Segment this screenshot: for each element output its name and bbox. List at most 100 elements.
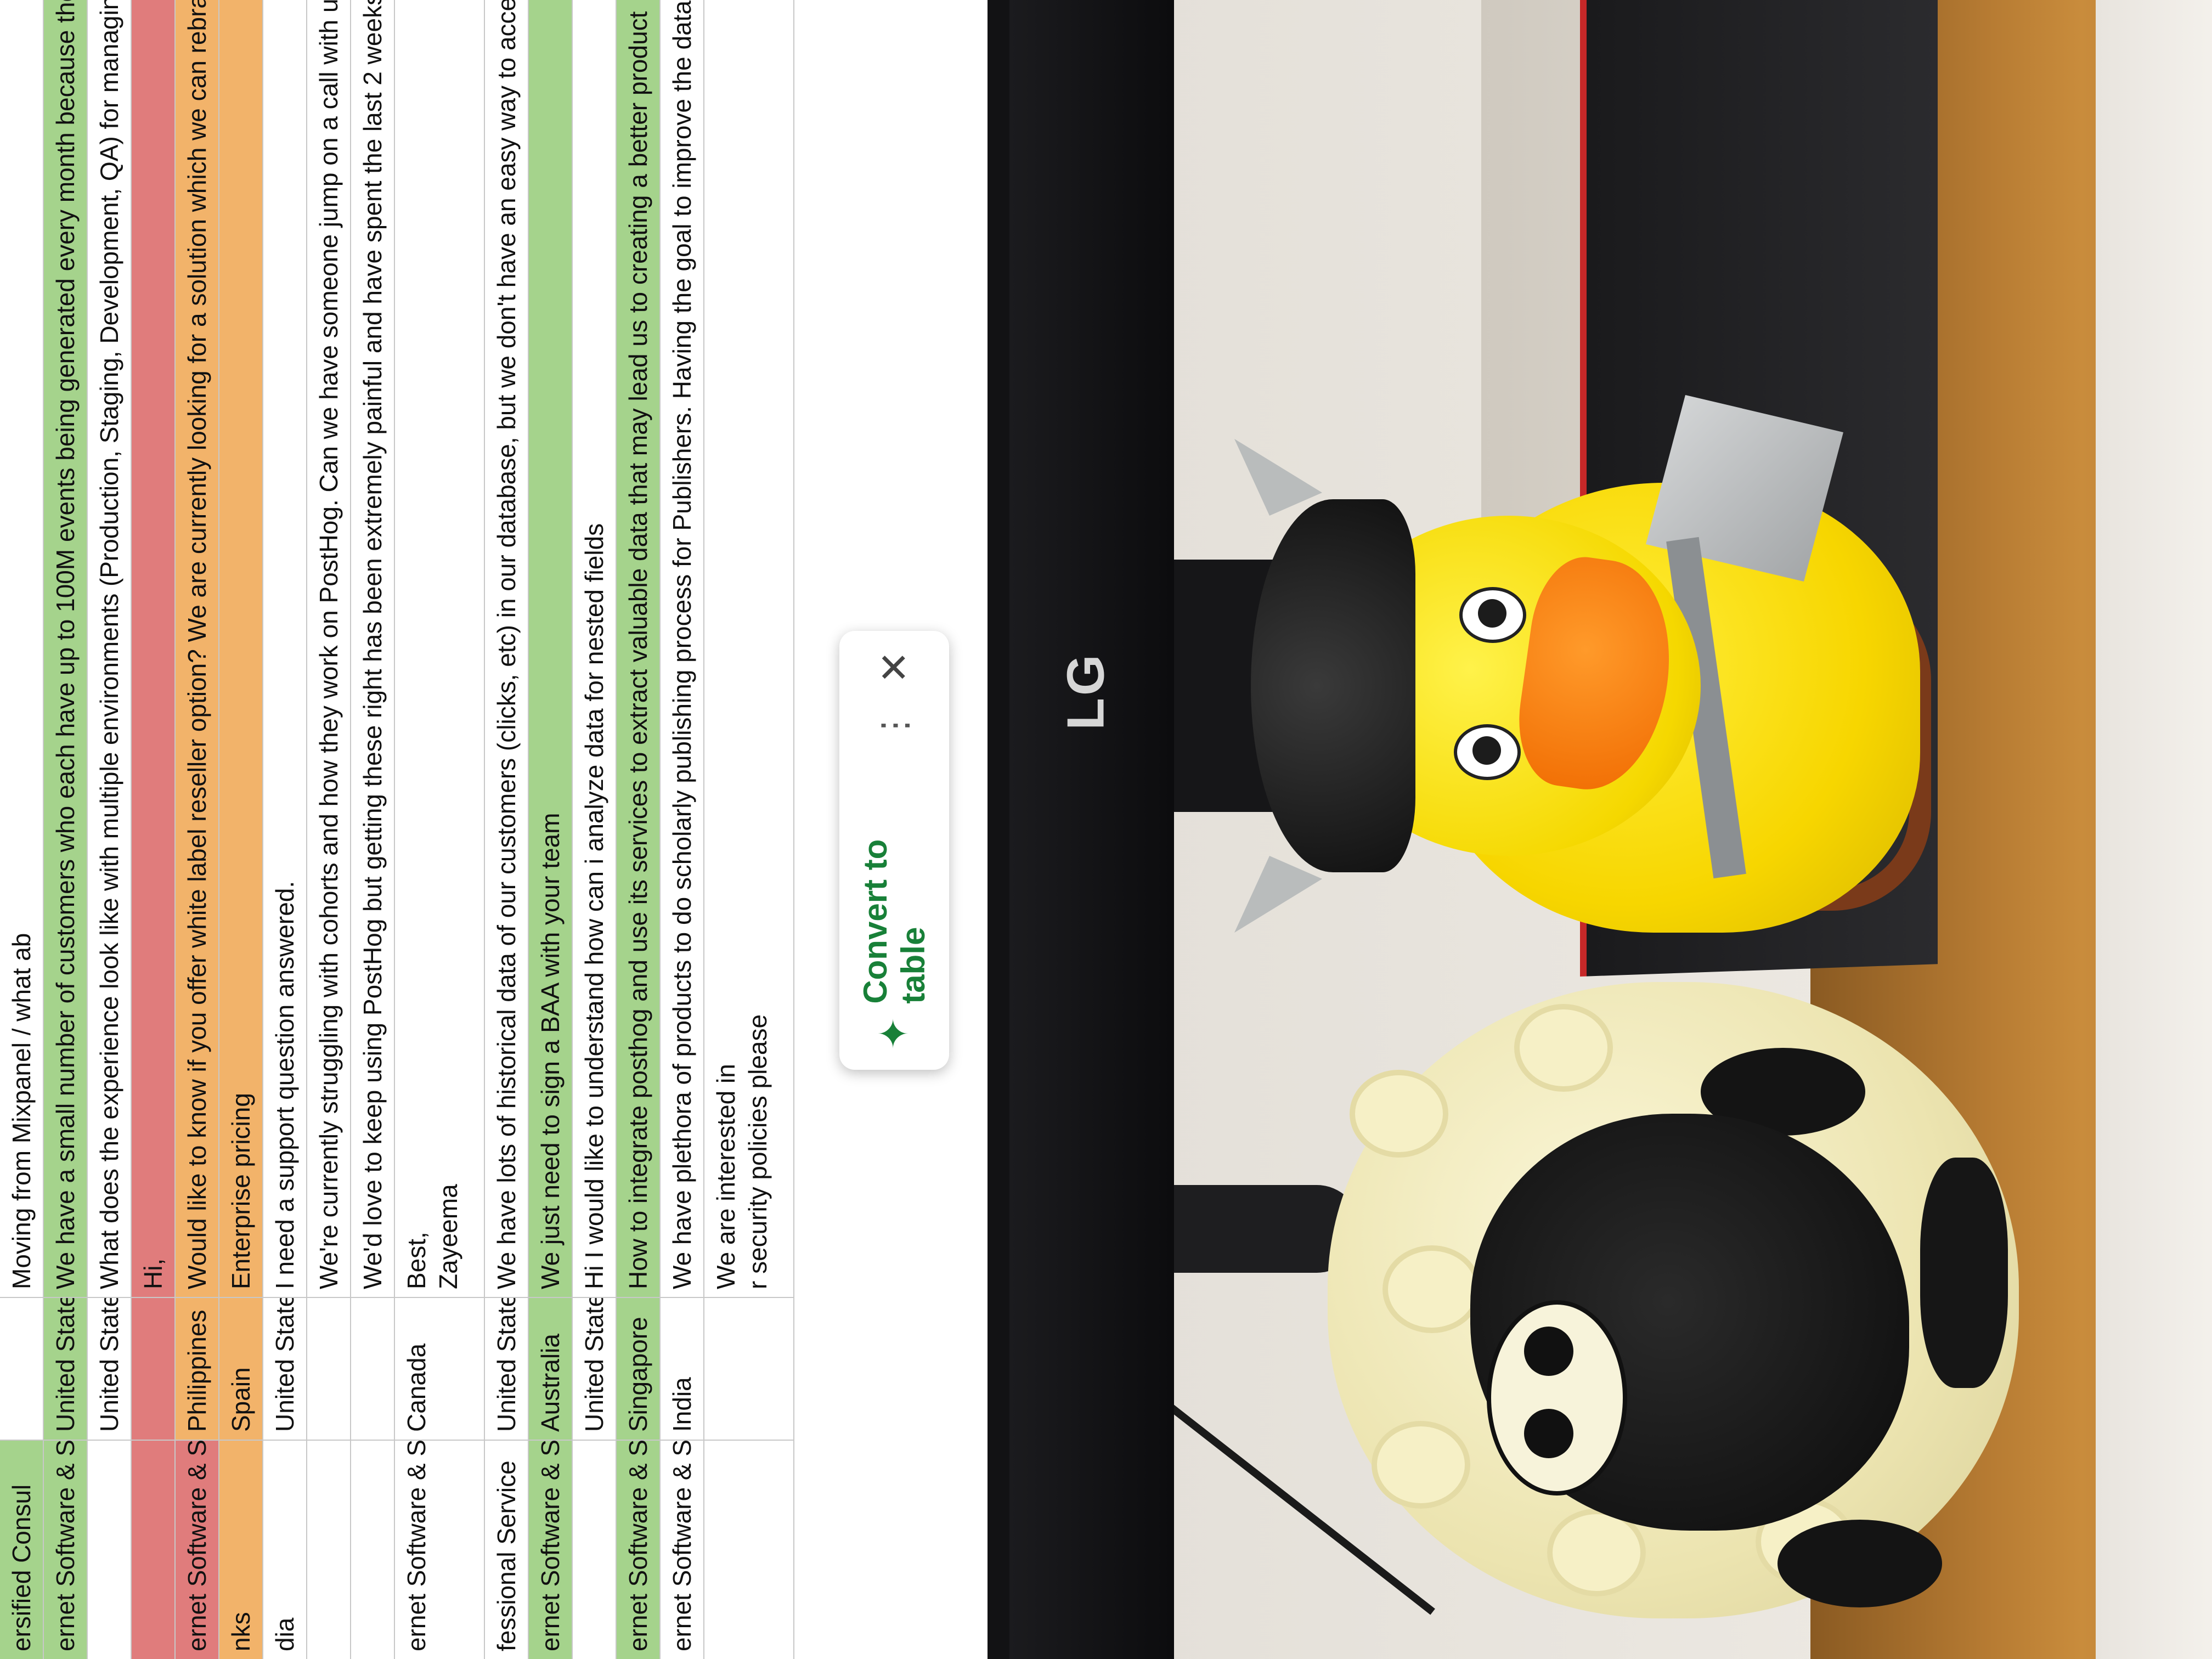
duck-eye (1459, 587, 1526, 643)
country-cell[interactable]: United States (88, 1297, 131, 1440)
message-cell[interactable]: Moving from Mixpanel / what ab (0, 0, 43, 1297)
country-cell[interactable]: Singapore (617, 1297, 659, 1440)
monitor-screen: ersified Consul Moving from Mixpanel / wh… (0, 0, 988, 1659)
message-line: Would like to know if you offer white la… (183, 0, 211, 1289)
message-cell[interactable]: Hi I would like to understand how can i … (573, 0, 616, 1297)
sheep-pupil (1524, 1409, 1573, 1458)
industry-cell[interactable] (132, 1440, 174, 1659)
industry-cell[interactable]: ernet Software & S (661, 1440, 703, 1659)
industry-cell[interactable] (307, 1440, 350, 1659)
monitor-bezel (1009, 0, 1174, 1659)
convert-to-table-label[interactable]: Convert to table (856, 756, 932, 1004)
duck-eye (1454, 724, 1521, 780)
table-row: ernet Software & S United States We have a… (44, 0, 88, 1659)
country-cell[interactable] (351, 1297, 394, 1440)
wool-curl (1350, 1070, 1448, 1158)
wool-curl (1372, 1421, 1470, 1509)
industry-cell[interactable] (351, 1440, 394, 1659)
table-row: ernet Software & S India We have plethora … (661, 0, 704, 1659)
spreadsheet-rows: ersified Consul Moving from Mixpanel / wh… (0, 0, 794, 1659)
message-line: We are interested in (712, 1064, 740, 1289)
table-row: We'd love to keep using PostHog but gett… (351, 0, 395, 1659)
sheep-pupil (1524, 1327, 1573, 1376)
message-cell[interactable]: We're currently struggling with cohorts … (307, 0, 350, 1297)
table-row: ernet Software & S Singapore How to integr… (617, 0, 661, 1659)
country-cell[interactable]: Canada (395, 1297, 484, 1440)
table-row: ersified Consul Moving from Mixpanel / wh… (0, 0, 44, 1659)
country-cell[interactable]: United States (263, 1297, 306, 1440)
message-cell[interactable]: We just need to sign a BAA with your tea… (529, 0, 572, 1297)
sheep-ear (1778, 1520, 1942, 1607)
message-line: Hi, (139, 1258, 167, 1289)
country-cell[interactable] (0, 1297, 43, 1440)
message-line: We have plethora of products to do schol… (668, 0, 696, 1289)
industry-cell[interactable]: ernet Software & S (44, 1440, 87, 1659)
message-line: I need a support question answered. (270, 881, 299, 1289)
sheep-plush (1306, 960, 2074, 1646)
message-cell[interactable]: What does the experience look like with … (88, 0, 131, 1297)
industry-cell[interactable]: ernet Software & S (395, 1440, 484, 1659)
message-cell[interactable]: We have a small number of customers who … (44, 0, 87, 1297)
message-cell[interactable]: We'd love to keep using PostHog but gett… (351, 0, 394, 1297)
wool-curl (1514, 1004, 1613, 1092)
industry-cell[interactable] (88, 1440, 131, 1659)
country-cell[interactable]: India (661, 1297, 703, 1440)
more-vert-icon[interactable]: ⋮ (874, 708, 915, 743)
sparkle-icon: ✦ (872, 1017, 916, 1050)
industry-cell[interactable]: ernet Software & S (617, 1440, 659, 1659)
message-cell[interactable]: Best, Zayeema (395, 0, 484, 1297)
table-row: ernet Software & S Canada Best, Zayeema (395, 0, 485, 1659)
convert-to-table-chip[interactable]: ✦ Convert to table ⋮ ✕ (839, 631, 949, 1070)
message-line: We have a small number of customers who … (51, 0, 80, 1289)
industry-cell[interactable]: ernet Software & S (176, 1440, 218, 1659)
country-cell[interactable] (132, 1297, 174, 1440)
table-row: ernet Software & S Philippines Would like … (176, 0, 219, 1659)
table-row: United States Hi I would like to understa… (573, 0, 617, 1659)
table-row: Hi, (132, 0, 176, 1659)
table-row: fessional Service United States We have lo… (485, 0, 529, 1659)
message-cell[interactable]: We have lots of historical data of our c… (485, 0, 528, 1297)
desk-edge (2096, 0, 2212, 1659)
duck-horn (1234, 856, 1322, 933)
message-line: Zayeema (434, 1184, 462, 1289)
message-cell[interactable]: I need a support question answered. (263, 0, 306, 1297)
table-row: We're currently struggling with cohorts … (307, 0, 351, 1659)
message-cell[interactable]: We have plethora of products to do schol… (661, 0, 703, 1297)
wool-curl (1383, 1245, 1481, 1333)
table-row: We are interested in r security policies … (704, 0, 794, 1659)
industry-cell[interactable]: ernet Software & S (529, 1440, 572, 1659)
country-cell[interactable]: Spain (219, 1297, 262, 1440)
message-line: We have lots of historical data of our c… (492, 0, 521, 1289)
message-line: Enterprise pricing (227, 1093, 255, 1289)
viking-rubber-duck (1218, 373, 1931, 1004)
country-cell[interactable] (307, 1297, 350, 1440)
message-cell[interactable]: How to integrate posthog and use its ser… (617, 0, 659, 1297)
industry-cell[interactable]: dia (263, 1440, 306, 1659)
sheep-eyes (1487, 1300, 1627, 1496)
monitor-logo: LG (1057, 652, 1115, 730)
table-row: United States What does the experience lo… (88, 0, 132, 1659)
duck-helmet (1251, 499, 1415, 872)
industry-cell[interactable]: ersified Consul (0, 1440, 43, 1659)
message-cell[interactable]: Would like to know if you offer white la… (176, 0, 218, 1297)
country-cell[interactable] (704, 1297, 793, 1440)
industry-cell[interactable]: nks (219, 1440, 262, 1659)
close-icon[interactable]: ✕ (871, 651, 917, 684)
table-row: ernet Software & S Australia We just need … (529, 0, 573, 1659)
country-cell[interactable]: United States (573, 1297, 616, 1440)
message-line: Best, (402, 1232, 431, 1289)
message-cell[interactable]: Hi, (132, 0, 174, 1297)
message-cell[interactable]: We are interested in r security policies … (704, 0, 793, 1297)
industry-cell[interactable]: fessional Service (485, 1440, 528, 1659)
table-row: dia United States I need a support questio… (263, 0, 307, 1659)
country-cell[interactable]: Philippines (176, 1297, 218, 1440)
message-cell[interactable]: Enterprise pricing (219, 0, 262, 1297)
industry-cell[interactable] (573, 1440, 616, 1659)
country-cell[interactable]: United States (485, 1297, 528, 1440)
message-line: How to integrate posthog and use its ser… (624, 11, 652, 1289)
country-cell[interactable]: Australia (529, 1297, 572, 1440)
message-line: We'd love to keep using PostHog but gett… (358, 0, 387, 1289)
industry-cell[interactable] (704, 1440, 793, 1659)
message-line: What does the experience look like with … (95, 0, 123, 1289)
country-cell[interactable]: United States (44, 1297, 87, 1440)
